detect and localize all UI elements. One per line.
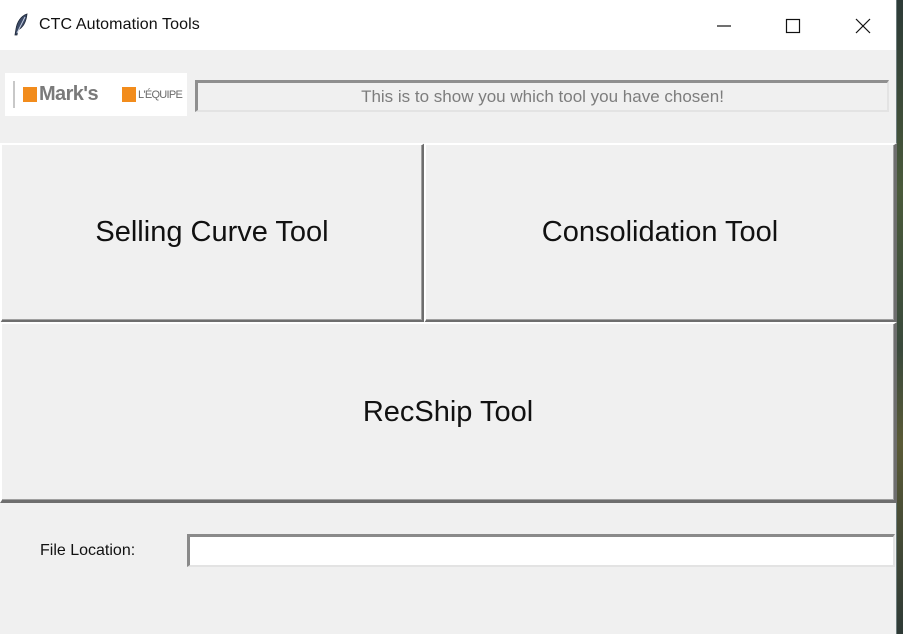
feather-icon bbox=[12, 13, 30, 37]
selling-curve-tool-button[interactable]: Selling Curve Tool bbox=[0, 143, 425, 323]
minimize-button[interactable] bbox=[689, 0, 759, 50]
company-logo: Mark's L'ÉQUIPE bbox=[5, 73, 187, 116]
consolidation-tool-button[interactable]: Consolidation Tool bbox=[424, 143, 897, 323]
close-icon bbox=[855, 18, 871, 34]
maximize-button[interactable] bbox=[758, 0, 828, 50]
tool-status-field: This is to show you which tool you have … bbox=[195, 80, 889, 112]
app-window: CTC Automation Tools Mark's L'ÉQUIPE Thi… bbox=[0, 0, 897, 634]
file-location-input[interactable] bbox=[187, 534, 895, 567]
desktop-background bbox=[897, 0, 903, 634]
logo-square-icon bbox=[23, 87, 37, 102]
logo-square-icon-secondary bbox=[122, 87, 136, 102]
maximize-icon bbox=[785, 18, 801, 34]
minimize-icon bbox=[717, 25, 731, 27]
window-title: CTC Automation Tools bbox=[39, 16, 200, 33]
file-location-label: File Location: bbox=[40, 542, 136, 559]
close-button[interactable] bbox=[828, 0, 898, 50]
logo-divider bbox=[13, 81, 15, 108]
recship-tool-button[interactable]: RecShip Tool bbox=[0, 322, 897, 503]
logo-equipe-text: L'ÉQUIPE bbox=[138, 89, 183, 101]
title-bar[interactable]: CTC Automation Tools bbox=[0, 0, 896, 50]
logo-marks-text: Mark's bbox=[39, 83, 99, 105]
